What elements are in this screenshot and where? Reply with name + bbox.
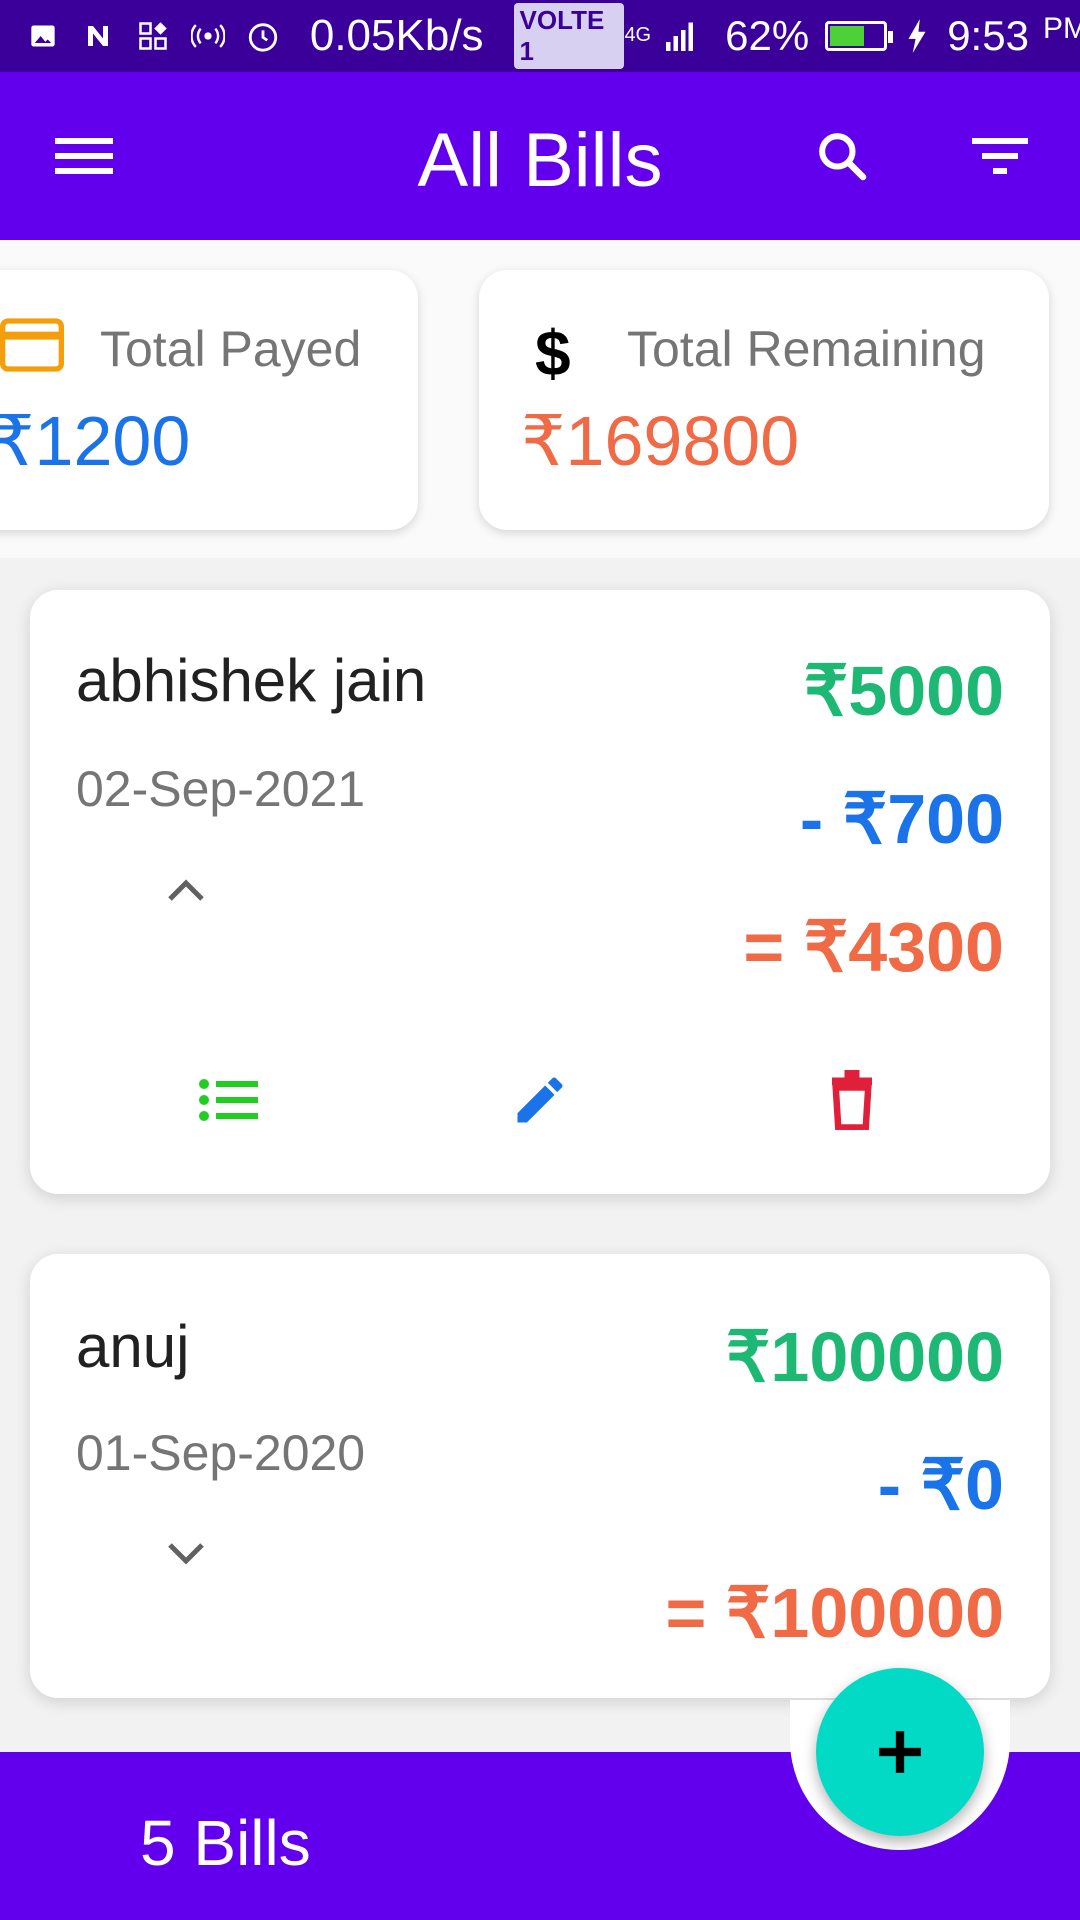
search-button[interactable]: [800, 114, 884, 198]
charging-icon: [897, 16, 937, 56]
clock-time: 9:53: [947, 12, 1029, 59]
volte-badge: VOLTE 1: [513, 3, 625, 69]
battery-fill: [830, 26, 864, 46]
battery-icon: [825, 21, 894, 51]
bill-total-amount: ₹100000: [725, 1318, 1004, 1396]
bill-card[interactable]: abhishek jain 02-Sep-2021 ₹5000 - ₹700 =…: [30, 590, 1050, 1194]
bills-count: 5 Bills: [140, 1807, 311, 1879]
network-speed: 0.05Kb/s: [309, 11, 484, 60]
network-type: 4G: [624, 24, 652, 46]
filter-button[interactable]: [958, 114, 1042, 198]
app-bar: All Bills: [0, 72, 1080, 240]
apps-icon: [134, 16, 171, 56]
total-remaining-label: Total Remaining: [627, 321, 986, 377]
gallery-icon: [24, 16, 61, 56]
clock-ampm: PM: [1042, 12, 1080, 45]
bill-remaining-amount: = ₹4300: [743, 908, 1004, 986]
chevron-down-icon: [168, 1543, 204, 1565]
total-paid-card[interactable]: Total Payed ₹1200: [0, 270, 418, 530]
bill-remaining-amount: = ₹100000: [665, 1574, 1004, 1652]
hotspot-icon: [190, 16, 227, 56]
expand-button[interactable]: [158, 1526, 214, 1582]
add-bill-button[interactable]: [816, 1668, 984, 1836]
total-remaining-card[interactable]: $ Total Remaining ₹169800: [479, 270, 1049, 530]
signal-icon: [661, 16, 701, 56]
nfc-icon: [79, 16, 116, 56]
total-paid-value: ₹1200: [0, 402, 191, 480]
alarm-icon: [245, 16, 282, 56]
edit-bill-button[interactable]: [500, 1060, 580, 1140]
summary-strip: Total Payed ₹1200 $ Total Remaining ₹169…: [0, 240, 1080, 558]
total-remaining-value: ₹169800: [521, 402, 800, 480]
dollar-icon: $: [535, 317, 571, 389]
page-title: All Bills: [417, 118, 663, 203]
collapse-button[interactable]: [158, 862, 214, 918]
trash-icon: [832, 1070, 872, 1130]
bill-name: anuj: [76, 1313, 190, 1380]
bill-date: 02-Sep-2021: [76, 761, 366, 817]
payment-list-button[interactable]: [188, 1060, 268, 1140]
chevron-up-icon: [168, 879, 204, 901]
bill-date: 01-Sep-2020: [76, 1425, 366, 1481]
status-bar: 0.05Kb/s VOLTE 1 4G 62% 9:53 PM: [0, 0, 1080, 72]
plus-icon: [879, 1731, 921, 1773]
list-icon: [199, 1079, 258, 1121]
battery-percent: 62%: [725, 12, 810, 59]
bill-paid-amount: - ₹700: [799, 780, 1004, 858]
bill-total-amount: ₹5000: [803, 652, 1004, 730]
pencil-icon: [517, 1077, 563, 1123]
total-paid-label: Total Payed: [100, 321, 362, 377]
filter-icon: [972, 138, 1028, 174]
bill-name: abhishek jain: [76, 647, 427, 714]
credit-card-icon: [0, 318, 64, 377]
search-icon: [819, 133, 867, 181]
delete-bill-button[interactable]: [812, 1060, 892, 1140]
bill-paid-amount: - ₹0: [877, 1446, 1004, 1524]
bill-card[interactable]: anuj 01-Sep-2020 ₹100000 - ₹0 = ₹100000: [30, 1254, 1050, 1698]
